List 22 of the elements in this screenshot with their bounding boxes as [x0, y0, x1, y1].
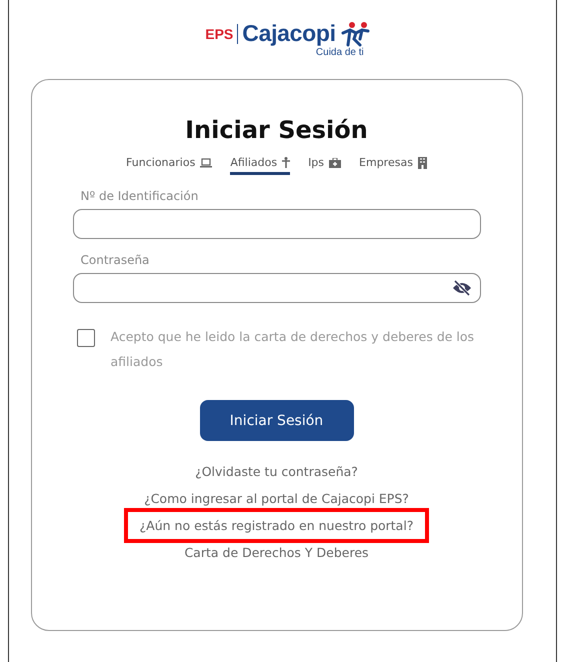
role-tab[interactable]: Ips — [308, 154, 342, 175]
role-tab[interactable]: Afiliados — [230, 154, 290, 175]
field-label: Contraseña — [80, 253, 150, 267]
logo-tagline: Cuida de ti — [316, 47, 364, 58]
login-title: Iniciar Sesión — [185, 116, 368, 144]
person-icon — [282, 157, 290, 168]
consent-checkbox[interactable] — [76, 329, 94, 347]
help-link[interactable]: ¿Aún no estás registrado en nuestro portal? — [124, 508, 430, 543]
logo-prefix: EPS — [205, 26, 234, 42]
building-icon — [418, 156, 427, 168]
field-label: Nº de Identificación — [80, 189, 200, 203]
role-tab[interactable]: Funcionarios — [126, 154, 212, 175]
login-button[interactable]: Iniciar Sesión — [200, 400, 354, 441]
laptop-icon — [200, 158, 212, 168]
consent-text: Acepto que he leido la carta de derechos y deberes de los afiliados — [110, 328, 476, 371]
runner-logo-icon — [340, 20, 370, 46]
id-number-field[interactable] — [72, 209, 480, 239]
medical-kit-icon — [329, 158, 342, 168]
hidden-eye-icon[interactable] — [452, 280, 472, 296]
password-field[interactable] — [72, 273, 480, 303]
role-tab[interactable]: Empresas — [359, 154, 427, 175]
logo-wordmark: Cajacopi — [242, 20, 336, 47]
